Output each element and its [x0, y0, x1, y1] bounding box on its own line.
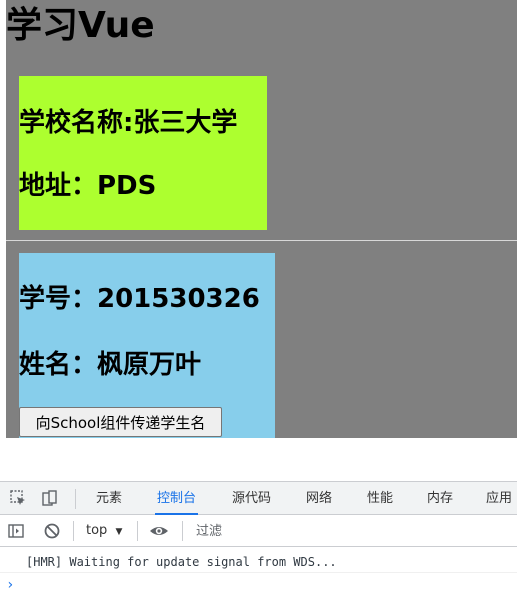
devtools-panel: 元素 控制台 源代码 网络 性能 内存 应用 top ▼ [HMR] Waiti… [0, 481, 517, 605]
student-id: 学号：201530326 [19, 284, 260, 314]
send-student-name-button[interactable]: 向School组件传递学生名 [19, 407, 222, 437]
toolbar-separator [73, 521, 74, 541]
toolbar-separator [182, 521, 183, 541]
tab-sources[interactable]: 源代码 [232, 482, 271, 515]
console-prompt-icon[interactable]: › [6, 577, 14, 593]
console-sidebar-icon[interactable] [6, 521, 26, 541]
context-selector[interactable]: top ▼ [86, 522, 122, 540]
viewport-left-edge [0, 0, 6, 438]
console-filter-input[interactable] [192, 521, 510, 541]
tabbar-separator [75, 489, 76, 509]
tab-network[interactable]: 网络 [306, 482, 332, 515]
context-value: top [86, 523, 108, 538]
component-divider [6, 240, 517, 241]
page-title: 学习Vue [6, 5, 155, 46]
device-toolbar-icon[interactable] [40, 488, 60, 508]
live-expression-eye-icon[interactable] [149, 521, 169, 541]
tab-elements[interactable]: 元素 [96, 482, 122, 515]
tab-console[interactable]: 控制台 [154, 482, 199, 515]
tab-performance[interactable]: 性能 [367, 482, 393, 515]
console-toolbar: top ▼ [0, 515, 517, 547]
school-name: 学校名称:张三大学 [19, 108, 238, 138]
student-name: 姓名：枫原万叶 [19, 350, 202, 380]
clear-console-icon[interactable] [42, 521, 62, 541]
toolbar-separator [137, 521, 138, 541]
tab-memory[interactable]: 内存 [427, 482, 453, 515]
chevron-down-icon: ▼ [115, 527, 123, 537]
school-component: 学校名称:张三大学 地址：PDS [19, 76, 267, 230]
inspect-element-icon[interactable] [8, 488, 28, 508]
console-message: [HMR] Waiting for update signal from WDS… [0, 551, 517, 573]
app-viewport: 学习Vue 学校名称:张三大学 地址：PDS 学号：201530326 姓名：枫… [0, 0, 517, 438]
student-component: 学号：201530326 姓名：枫原万叶 向School组件传递学生名 [19, 253, 275, 438]
school-address: 地址：PDS [19, 171, 157, 201]
devtools-tabbar: 元素 控制台 源代码 网络 性能 内存 应用 [0, 481, 517, 515]
tab-application[interactable]: 应用 [486, 482, 512, 515]
